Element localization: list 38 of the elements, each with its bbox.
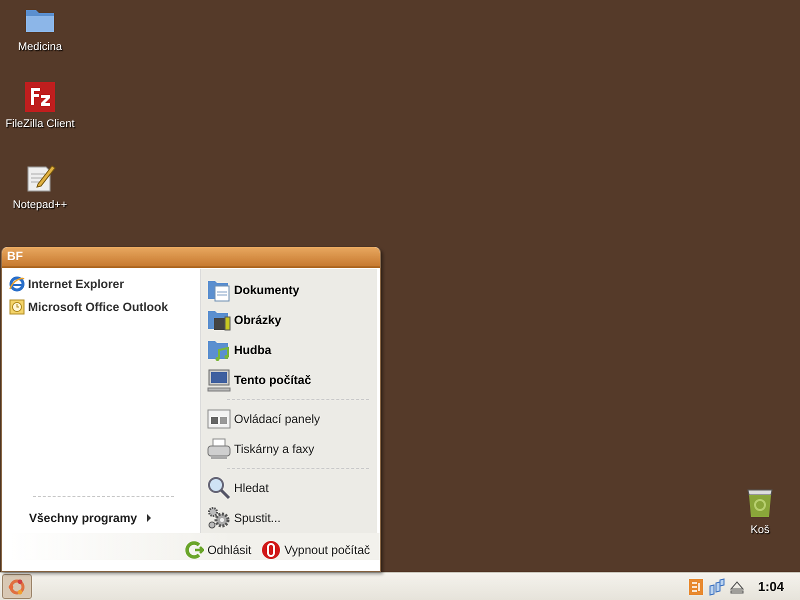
browser-icon (9, 276, 25, 292)
power-icon (261, 540, 282, 560)
network-icon[interactable] (708, 578, 726, 596)
menu-item[interactable]: Ovládací panely (234, 412, 320, 426)
menu-item[interactable]: Obrázky (234, 313, 282, 327)
desktop-icon-label[interactable]: Notepad++ (12, 199, 68, 211)
music-folder-icon (207, 338, 231, 362)
submenu-arrow-icon (147, 514, 152, 522)
shutdown-button[interactable]: Vypnout počítač (261, 540, 370, 560)
eject-icon[interactable] (730, 580, 744, 594)
desktop-icon-label[interactable]: Koš (750, 524, 770, 536)
tray-app-icon[interactable] (688, 578, 704, 596)
pictures-folder-icon (207, 308, 231, 332)
computer-icon (207, 368, 231, 392)
user-name-header: BF (2, 247, 380, 268)
desktop-icon-label[interactable]: FileZilla Client (5, 118, 75, 130)
gears-icon (207, 506, 231, 530)
menu-item[interactable]: Hledat (234, 481, 269, 495)
ubuntu-circle-icon (7, 576, 27, 596)
control-panel-icon (207, 407, 231, 431)
menu-item[interactable]: Spustit... (234, 511, 281, 525)
clock-icon (9, 298, 25, 314)
clock: 1:04 (758, 579, 784, 594)
logoff-arrow-icon (184, 540, 204, 560)
filezilla-logo-icon (24, 81, 56, 113)
menu-item[interactable]: Hudba (234, 343, 272, 357)
program-item[interactable]: Microsoft Office Outlook (28, 300, 168, 314)
menu-item[interactable]: Tento počítač (234, 373, 312, 387)
all-programs-link[interactable]: Všechny programy (29, 511, 138, 525)
program-item[interactable]: Internet Explorer (28, 276, 124, 290)
search-icon (207, 476, 231, 500)
menu-item[interactable]: Tiskárny a faxy (234, 442, 314, 456)
menu-item[interactable]: Dokumenty (234, 283, 300, 297)
desktop-icon-label[interactable]: Medicina (18, 41, 62, 53)
logoff-button[interactable]: Odhlásit (184, 540, 252, 560)
printer-icon (207, 437, 231, 461)
start-button[interactable] (2, 574, 32, 599)
documents-folder-icon (207, 278, 231, 302)
